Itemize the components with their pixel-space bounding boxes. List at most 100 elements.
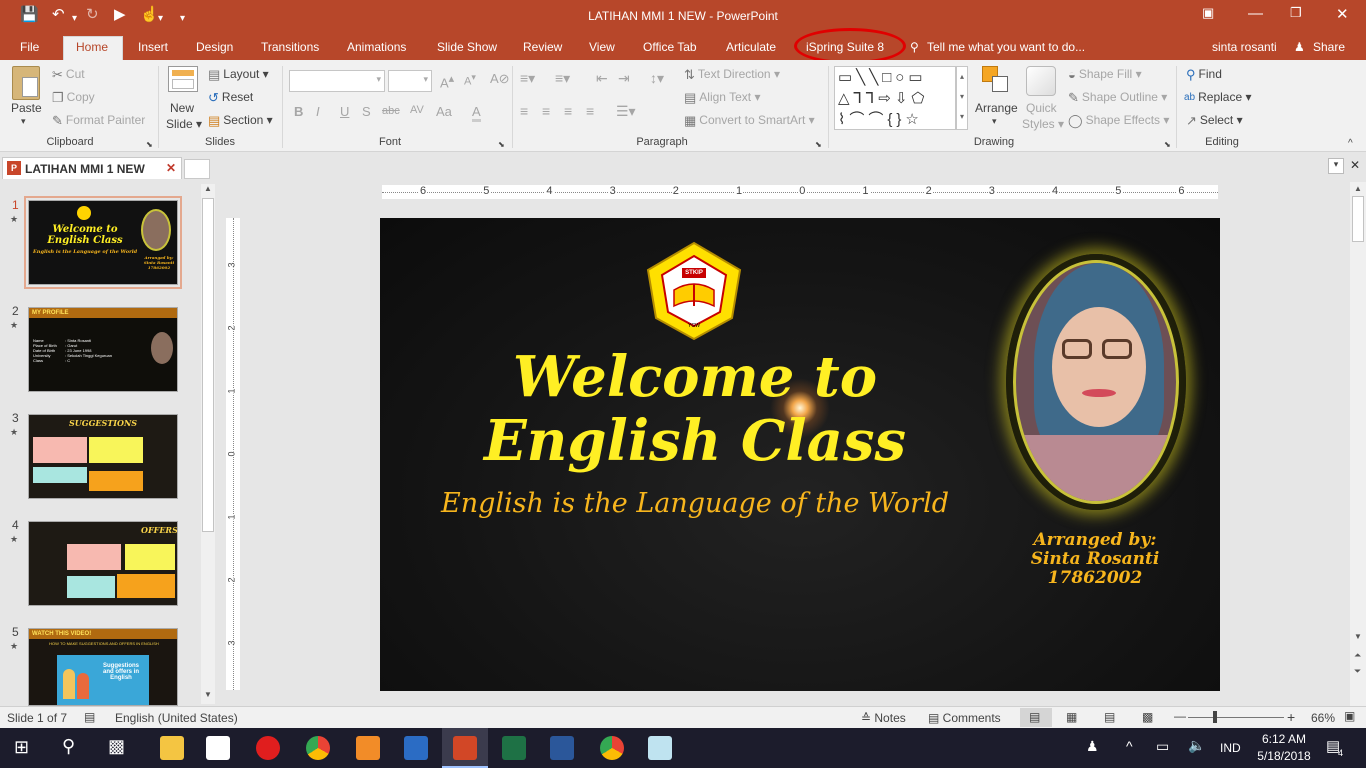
numbering-icon[interactable]: ≡▾: [555, 70, 570, 87]
thumbnail-scrollbar[interactable]: ▲ ▼: [201, 184, 215, 704]
clock-date[interactable]: 5/18/2018: [1252, 749, 1316, 763]
text-direction-button[interactable]: ⇅ Text Direction ▾: [684, 67, 780, 83]
tab-transitions[interactable]: Transitions: [261, 40, 319, 54]
shape-fill-button[interactable]: ◒ Shape Fill ▾: [1068, 67, 1142, 82]
minimize-button[interactable]: —: [1248, 5, 1263, 22]
new-slide-icon[interactable]: [168, 66, 198, 92]
new-slide-label[interactable]: New: [170, 101, 194, 115]
font-name-box[interactable]: ▾: [289, 70, 385, 92]
app-icon[interactable]: [356, 736, 380, 760]
show-hidden-icons[interactable]: ^: [1126, 738, 1133, 754]
tab-insert[interactable]: Insert: [138, 40, 168, 54]
font-launcher-icon[interactable]: ⬊: [498, 140, 505, 149]
reading-view-icon[interactable]: ▤: [1104, 710, 1115, 724]
tab-articulate[interactable]: Articulate: [726, 40, 776, 54]
document-tab[interactable]: P LATIHAN MMI 1 NEW ✕: [2, 157, 182, 179]
change-case-button[interactable]: Aa: [436, 104, 452, 119]
slide-scrollbar[interactable]: ▲ ▼ ⏶ ⏷: [1350, 182, 1366, 706]
quick-styles-button[interactable]: Quick: [1026, 101, 1057, 115]
language-indicator-taskbar[interactable]: IND: [1220, 741, 1241, 755]
clock-time[interactable]: 6:12 AM: [1256, 732, 1312, 746]
copy-button[interactable]: ❐ Copy: [52, 90, 95, 106]
chrome-profile-icon[interactable]: [600, 736, 624, 760]
battery-icon[interactable]: ▭: [1156, 738, 1169, 755]
comments-button[interactable]: ▤ Comments: [928, 711, 1001, 725]
increase-indent-icon[interactable]: ⇥: [618, 70, 630, 87]
arrange-dropdown-icon[interactable]: ▾: [992, 116, 997, 127]
slide-title-line1[interactable]: Welcome to: [480, 346, 910, 408]
find-button[interactable]: ⚲ Find: [1186, 67, 1222, 83]
tab-slide-show[interactable]: Slide Show: [437, 40, 497, 54]
slide-thumbnail-4[interactable]: OFFERS: [28, 521, 178, 606]
notes-button[interactable]: ≙ Notes: [861, 711, 906, 725]
align-center-icon[interactable]: ≡: [542, 103, 550, 119]
align-text-button[interactable]: ▤ Align Text ▾: [684, 90, 760, 106]
ribbon-options-icon[interactable]: ▣: [1202, 5, 1214, 21]
shape-effects-button[interactable]: ◯ Shape Effects ▾: [1068, 113, 1169, 129]
task-view-icon[interactable]: ▩: [108, 736, 125, 757]
tell-me-box[interactable]: Tell me what you want to do...: [927, 40, 1085, 54]
slide-thumbnail-3[interactable]: SUGGESTIONS: [28, 414, 178, 499]
format-painter-button[interactable]: ✎ Format Painter: [52, 113, 145, 129]
align-left-icon[interactable]: ≡: [520, 103, 528, 119]
fit-to-window-icon[interactable]: ▣: [1344, 709, 1355, 723]
decrease-indent-icon[interactable]: ⇤: [596, 70, 608, 87]
tab-animations[interactable]: Animations: [347, 40, 406, 54]
powerpoint-icon[interactable]: [453, 736, 477, 760]
notes-app-icon[interactable]: [648, 736, 672, 760]
zoom-out-icon[interactable]: —: [1174, 709, 1186, 723]
tab-design[interactable]: Design: [196, 40, 233, 54]
bullets-icon[interactable]: ≡▾: [520, 70, 535, 87]
shadow-button[interactable]: S: [362, 104, 371, 119]
tab-view[interactable]: View: [589, 40, 615, 54]
replace-button[interactable]: ab Replace ▾: [1184, 90, 1252, 104]
collapse-ribbon-icon[interactable]: ^: [1348, 138, 1353, 149]
shrink-font-icon[interactable]: A▾: [464, 72, 476, 88]
slide-sorter-icon[interactable]: ▦: [1066, 710, 1077, 724]
font-color-icon[interactable]: A: [472, 104, 481, 122]
close-document-icon[interactable]: ✕: [1350, 158, 1360, 172]
close-tab-icon[interactable]: ✕: [166, 161, 176, 175]
zoom-in-icon[interactable]: +: [1287, 709, 1295, 725]
search-icon[interactable]: ⚲: [62, 736, 75, 757]
windows-start-icon[interactable]: ⊞: [14, 737, 29, 758]
section-button[interactable]: ▤ Section ▾: [208, 113, 273, 129]
slide-title-line2[interactable]: English Class: [470, 410, 920, 472]
underline-button[interactable]: U: [340, 104, 349, 119]
select-button[interactable]: ↗ Select ▾: [1186, 113, 1243, 129]
visual-studio-icon[interactable]: [404, 736, 428, 760]
arranged-by-text[interactable]: Arranged by: Sinta Rosanti 17862002: [1020, 531, 1170, 588]
new-slide-label2[interactable]: Slide ▾: [166, 117, 202, 131]
slide-thumbnail-5[interactable]: WATCH THIS VIDEO! HOW TO MAKE SUGGESTION…: [28, 628, 178, 706]
close-button[interactable]: ✕: [1336, 5, 1349, 23]
smartart-button[interactable]: ▦ Convert to SmartArt ▾: [684, 113, 815, 129]
layout-button[interactable]: ▤ Layout ▾: [208, 67, 269, 83]
paste-button[interactable]: Paste: [11, 101, 42, 115]
shapes-gallery[interactable]: ▭╲╲□○▭ △⅂⅂⇨⇩⬠ ⌇⌒⌒{}☆: [834, 66, 956, 130]
excel-icon[interactable]: [502, 736, 526, 760]
word-icon[interactable]: [550, 736, 574, 760]
zoom-slider-thumb[interactable]: [1213, 711, 1217, 723]
line-spacing-icon[interactable]: ↕▾: [650, 70, 664, 87]
paragraph-launcher-icon[interactable]: ⬊: [815, 140, 822, 149]
new-tab-button[interactable]: [184, 159, 210, 179]
tab-review[interactable]: Review: [523, 40, 562, 54]
people-icon[interactable]: ♟: [1086, 738, 1099, 755]
language-indicator[interactable]: English (United States): [115, 711, 238, 725]
tab-home[interactable]: Home: [76, 40, 108, 54]
profile-photo[interactable]: [1013, 260, 1179, 504]
columns-icon[interactable]: ☰▾: [616, 103, 636, 120]
arrange-button[interactable]: Arrange: [975, 101, 1018, 115]
shape-outline-button[interactable]: ✎ Shape Outline ▾: [1068, 90, 1167, 106]
cut-button[interactable]: ✂ Cut: [52, 67, 85, 83]
zoom-level[interactable]: 66%: [1311, 711, 1335, 725]
share-button[interactable]: Share: [1313, 40, 1345, 54]
clear-format-icon[interactable]: A⊘: [490, 71, 510, 87]
grow-font-icon[interactable]: A▴: [440, 72, 454, 90]
font-size-box[interactable]: ▾: [388, 70, 432, 92]
tab-list-icon[interactable]: ▾: [1328, 158, 1344, 174]
italic-button[interactable]: I: [316, 104, 320, 119]
justify-icon[interactable]: ≡: [586, 103, 594, 119]
quick-styles-icon[interactable]: [1026, 66, 1056, 96]
char-spacing-button[interactable]: AV: [410, 104, 424, 116]
